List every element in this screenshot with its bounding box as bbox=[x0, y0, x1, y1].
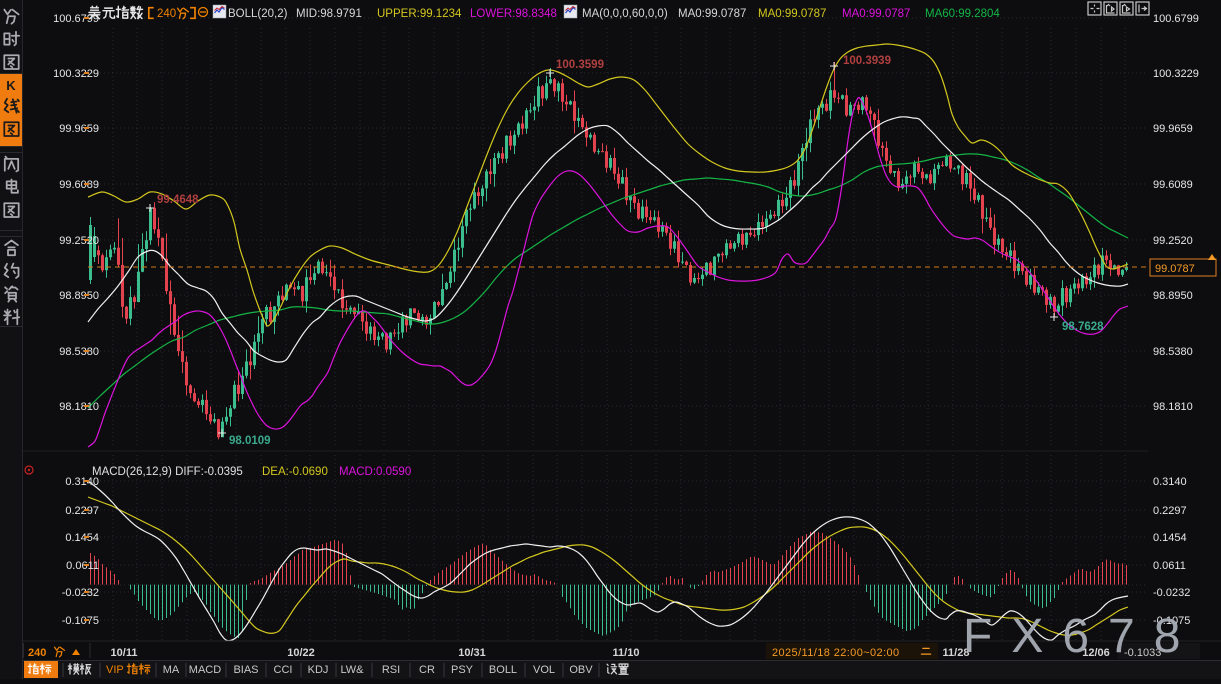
svg-text:LW&: LW& bbox=[340, 664, 364, 676]
svg-text:98.8950: 98.8950 bbox=[59, 290, 99, 302]
svg-text:KDJ: KDJ bbox=[308, 664, 329, 676]
svg-text:98.5380: 98.5380 bbox=[59, 346, 99, 358]
svg-text:99.0787: 99.0787 bbox=[1155, 263, 1195, 275]
svg-text:10/11: 10/11 bbox=[111, 647, 138, 659]
svg-text:OBV: OBV bbox=[569, 664, 593, 676]
svg-text:CR: CR bbox=[419, 664, 435, 676]
svg-text:99.9659: 99.9659 bbox=[1153, 123, 1193, 135]
svg-text:MACD(26,12,9) DIFF:-0.0395: MACD(26,12,9) DIFF:-0.0395 bbox=[92, 466, 243, 478]
svg-text:MA0:99.0787: MA0:99.0787 bbox=[678, 8, 746, 20]
svg-text:MA0:99.0787: MA0:99.0787 bbox=[842, 8, 910, 20]
svg-text:98.1810: 98.1810 bbox=[1153, 401, 1193, 413]
svg-text:98.0109: 98.0109 bbox=[229, 435, 271, 447]
svg-text:240: 240 bbox=[157, 8, 176, 20]
svg-text:100.3939: 100.3939 bbox=[843, 55, 891, 67]
svg-text:MACD: MACD bbox=[189, 664, 221, 676]
svg-text:DEA:-0.0690: DEA:-0.0690 bbox=[262, 466, 328, 478]
svg-text:RSI: RSI bbox=[382, 664, 400, 676]
svg-text:98.1810: 98.1810 bbox=[59, 401, 99, 413]
svg-text:-0.0232: -0.0232 bbox=[62, 587, 99, 599]
svg-text:98.8950: 98.8950 bbox=[1153, 290, 1193, 302]
svg-text:99.4648: 99.4648 bbox=[157, 194, 199, 206]
svg-text:100.3599: 100.3599 bbox=[556, 59, 604, 71]
svg-text:0.1454: 0.1454 bbox=[65, 532, 99, 544]
svg-text:MID:98.9791: MID:98.9791 bbox=[296, 8, 362, 20]
svg-text:10/22: 10/22 bbox=[287, 647, 315, 659]
svg-text:2025/11/18 22:00~02:00: 2025/11/18 22:00~02:00 bbox=[772, 647, 900, 659]
svg-text:VOL: VOL bbox=[533, 664, 555, 676]
svg-text:CCI: CCI bbox=[274, 664, 293, 676]
svg-text:MACD:0.0590: MACD:0.0590 bbox=[339, 466, 411, 478]
svg-text:0.2297: 0.2297 bbox=[1153, 505, 1187, 517]
svg-text:BIAS: BIAS bbox=[233, 664, 258, 676]
svg-text:MA60:99.2804: MA60:99.2804 bbox=[925, 8, 1000, 20]
svg-text:240: 240 bbox=[28, 647, 46, 659]
svg-text:LOWER:98.8348: LOWER:98.8348 bbox=[470, 8, 557, 20]
svg-text:-0.1075: -0.1075 bbox=[62, 615, 99, 627]
svg-text:99.2520: 99.2520 bbox=[1153, 235, 1193, 247]
svg-text:PSY: PSY bbox=[451, 664, 474, 676]
svg-text:0.1454: 0.1454 bbox=[1153, 532, 1187, 544]
svg-text:0.0611: 0.0611 bbox=[66, 560, 99, 572]
svg-text:99.9659: 99.9659 bbox=[59, 123, 99, 135]
svg-text:100.6799: 100.6799 bbox=[1153, 13, 1199, 25]
svg-text:11/10: 11/10 bbox=[613, 647, 640, 659]
svg-text:MA(0,0,0,60,0,0): MA(0,0,0,60,0,0) bbox=[582, 8, 668, 20]
svg-text:BOLL: BOLL bbox=[489, 664, 517, 676]
svg-text:0.0611: 0.0611 bbox=[1153, 560, 1186, 572]
svg-text:UPPER:99.1234: UPPER:99.1234 bbox=[377, 8, 462, 20]
svg-text:99.6089: 99.6089 bbox=[59, 179, 99, 191]
svg-text:MA: MA bbox=[163, 664, 180, 676]
svg-text:100.3229: 100.3229 bbox=[53, 68, 99, 80]
svg-text:BOLL(20,2): BOLL(20,2) bbox=[228, 8, 288, 20]
svg-text:-0.0232: -0.0232 bbox=[1153, 587, 1190, 599]
svg-text:VIP: VIP bbox=[106, 664, 124, 676]
svg-text:K: K bbox=[6, 78, 16, 93]
svg-text:10/31: 10/31 bbox=[458, 647, 486, 659]
svg-text:98.5380: 98.5380 bbox=[1153, 346, 1193, 358]
svg-text:99.2520: 99.2520 bbox=[59, 235, 99, 247]
svg-text:0.2297: 0.2297 bbox=[65, 505, 99, 517]
svg-text:0.3140: 0.3140 bbox=[1153, 476, 1187, 488]
svg-text:MA0:99.0787: MA0:99.0787 bbox=[758, 8, 826, 20]
svg-text:FX678: FX678 bbox=[963, 610, 1199, 663]
svg-text:100.3229: 100.3229 bbox=[1153, 68, 1199, 80]
svg-text:99.6089: 99.6089 bbox=[1153, 179, 1193, 191]
svg-text:98.7628: 98.7628 bbox=[1062, 321, 1104, 333]
